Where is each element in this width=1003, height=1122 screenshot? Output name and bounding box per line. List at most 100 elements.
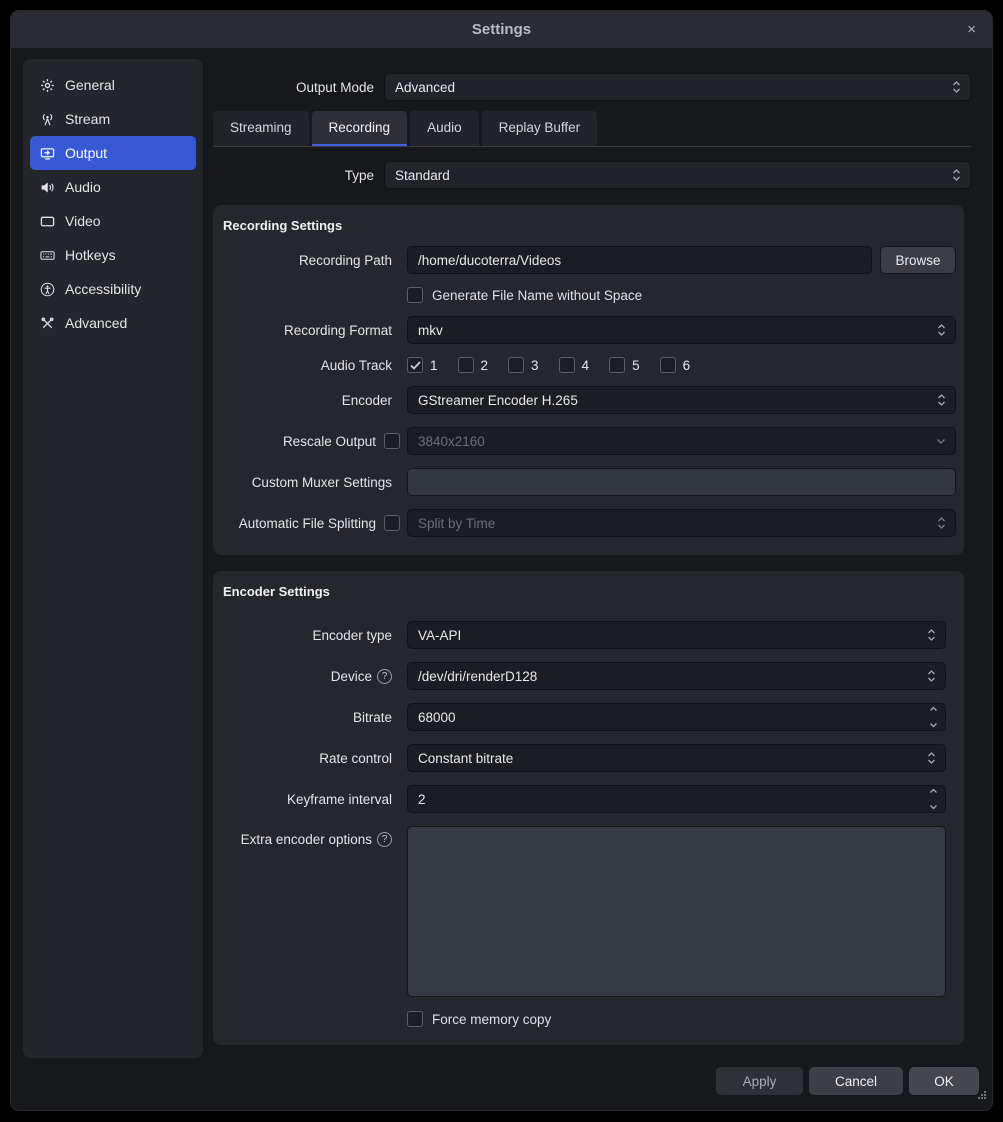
- keyframe-interval-row: Keyframe interval: [213, 785, 946, 813]
- bitrate-input[interactable]: [418, 704, 923, 730]
- audio-track-6-checkbox[interactable]: [660, 357, 676, 373]
- sidebar-item-output[interactable]: Output: [30, 136, 196, 170]
- browse-button[interactable]: Browse: [880, 246, 956, 274]
- recording-format-row: Recording Format mkv: [213, 316, 956, 344]
- close-button[interactable]: ×: [967, 11, 976, 48]
- extra-encoder-options-textarea[interactable]: [407, 826, 946, 997]
- tab-recording[interactable]: Recording: [312, 111, 408, 146]
- keyboard-icon: [39, 247, 55, 263]
- ok-button[interactable]: OK: [909, 1067, 979, 1095]
- dropdown-chevrons-icon: [952, 168, 961, 182]
- settings-window: Settings × General Stream Output Audio V…: [10, 10, 993, 1111]
- dropdown-chevrons-icon: [927, 751, 936, 765]
- encoder-type-row: Encoder type VA-API: [213, 621, 946, 649]
- help-icon[interactable]: ?: [377, 832, 392, 847]
- stepper-arrows-icon[interactable]: [929, 706, 938, 728]
- help-icon[interactable]: ?: [377, 669, 392, 684]
- force-memory-copy-checkbox[interactable]: [407, 1011, 423, 1027]
- type-label: Type: [213, 168, 384, 183]
- encoder-select[interactable]: GStreamer Encoder H.265: [407, 386, 956, 414]
- title-bar[interactable]: Settings ×: [11, 11, 992, 48]
- file-splitting-select[interactable]: Split by Time: [407, 509, 956, 537]
- bitrate-stepper[interactable]: [407, 703, 946, 731]
- accessibility-icon: [39, 281, 55, 297]
- encoder-row: Encoder GStreamer Encoder H.265: [213, 386, 956, 414]
- main-content: Output Mode Advanced Streaming Recording…: [213, 59, 971, 1045]
- no-space-row: Generate File Name without Space: [213, 287, 956, 303]
- gear-icon: [39, 77, 55, 93]
- rescale-output-row: Rescale Output 3840x2160: [213, 427, 956, 455]
- output-mode-select[interactable]: Advanced: [384, 73, 971, 101]
- audio-track-1-checkbox[interactable]: [407, 357, 423, 373]
- sidebar-item-hotkeys[interactable]: Hotkeys: [30, 238, 196, 272]
- output-tab-bar: Streaming Recording Audio Replay Buffer: [213, 111, 971, 147]
- dropdown-chevrons-icon: [937, 516, 946, 530]
- tab-audio[interactable]: Audio: [410, 111, 479, 146]
- encoder-settings-group: Encoder Settings Encoder type VA-API Dev…: [213, 571, 964, 1045]
- dropdown-chevrons-icon: [927, 628, 936, 642]
- file-splitting-row: Automatic File Splitting Split by Time: [213, 509, 956, 537]
- custom-muxer-input[interactable]: [407, 468, 956, 496]
- broadcast-icon: [39, 111, 55, 127]
- dropdown-chevrons-icon: [952, 80, 961, 94]
- rescale-resolution-select[interactable]: 3840x2160: [407, 427, 956, 455]
- device-select[interactable]: /dev/dri/renderD128: [407, 662, 946, 690]
- keyframe-stepper[interactable]: [407, 785, 946, 813]
- sidebar-item-label: Accessibility: [65, 281, 141, 297]
- force-memory-row: Force memory copy: [213, 1011, 946, 1027]
- encoder-type-select[interactable]: VA-API: [407, 621, 946, 649]
- tab-streaming[interactable]: Streaming: [213, 111, 309, 146]
- extra-options-row: Extra encoder options?: [213, 826, 946, 997]
- sidebar-item-label: General: [65, 77, 115, 93]
- sidebar-item-label: Output: [65, 145, 107, 161]
- display-icon: [39, 213, 55, 229]
- sidebar-item-audio[interactable]: Audio: [30, 170, 196, 204]
- dialog-footer: Apply Cancel OK: [716, 1067, 979, 1095]
- rate-control-select[interactable]: Constant bitrate: [407, 744, 946, 772]
- bitrate-row: Bitrate: [213, 703, 946, 731]
- speaker-icon: [39, 179, 55, 195]
- type-row: Type Standard: [213, 161, 971, 189]
- dropdown-chevrons-icon: [927, 669, 936, 683]
- cancel-button[interactable]: Cancel: [809, 1067, 903, 1095]
- sidebar-item-accessibility[interactable]: Accessibility: [30, 272, 196, 306]
- sidebar-item-label: Advanced: [65, 315, 127, 331]
- sidebar-item-label: Stream: [65, 111, 110, 127]
- file-splitting-checkbox[interactable]: [384, 515, 400, 531]
- audio-track-4-checkbox[interactable]: [559, 357, 575, 373]
- resize-grip[interactable]: [976, 1087, 987, 1105]
- apply-button[interactable]: Apply: [716, 1067, 803, 1095]
- sidebar-item-label: Video: [65, 213, 101, 229]
- group-title: Encoder Settings: [213, 584, 946, 599]
- dropdown-chevrons-icon: [937, 323, 946, 337]
- recording-path-row: Recording Path Browse: [213, 246, 956, 274]
- sidebar-item-label: Hotkeys: [65, 247, 116, 263]
- sidebar-item-general[interactable]: General: [30, 68, 196, 102]
- sidebar-item-stream[interactable]: Stream: [30, 102, 196, 136]
- output-mode-row: Output Mode Advanced: [213, 73, 971, 101]
- recording-path-input[interactable]: [407, 246, 872, 274]
- custom-muxer-row: Custom Muxer Settings: [213, 468, 956, 496]
- recording-settings-group: Recording Settings Recording Path Browse…: [213, 205, 964, 555]
- type-select[interactable]: Standard: [384, 161, 971, 189]
- audio-track-3-checkbox[interactable]: [508, 357, 524, 373]
- sidebar-item-video[interactable]: Video: [30, 204, 196, 238]
- group-title: Recording Settings: [213, 218, 956, 233]
- close-icon: ×: [967, 21, 976, 38]
- rescale-output-checkbox[interactable]: [384, 433, 400, 449]
- settings-sidebar: General Stream Output Audio Video Hotkey…: [23, 59, 203, 1058]
- window-title: Settings: [472, 21, 531, 38]
- sidebar-item-advanced[interactable]: Advanced: [30, 306, 196, 340]
- device-row: Device? /dev/dri/renderD128: [213, 662, 946, 690]
- audio-track-2-checkbox[interactable]: [458, 357, 474, 373]
- keyframe-interval-input[interactable]: [418, 786, 923, 812]
- tools-icon: [39, 315, 55, 331]
- chevron-down-icon: [936, 438, 946, 445]
- stepper-arrows-icon[interactable]: [929, 788, 938, 810]
- generate-no-space-checkbox[interactable]: [407, 287, 423, 303]
- audio-track-group: 1 2 3 4 5 6: [407, 357, 690, 373]
- audio-track-5-checkbox[interactable]: [609, 357, 625, 373]
- tab-replay-buffer[interactable]: Replay Buffer: [482, 111, 598, 146]
- output-mode-label: Output Mode: [213, 80, 384, 95]
- recording-format-select[interactable]: mkv: [407, 316, 956, 344]
